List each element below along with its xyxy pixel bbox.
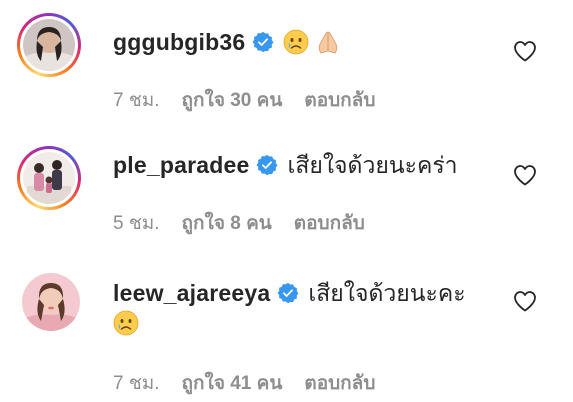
avatar[interactable] bbox=[17, 146, 81, 210]
comment-line: leew_ajareeya เสียใจด้วยนะคะ bbox=[113, 278, 466, 308]
comment-meta: 7 ชม. ถูกใจ 30 คน ตอบกลับ bbox=[113, 85, 375, 115]
comment-meta: 5 ชม. ถูกใจ 8 คน ตอบกลับ bbox=[113, 208, 365, 238]
avatar[interactable] bbox=[17, 13, 81, 77]
verified-badge-icon bbox=[252, 31, 274, 53]
heart-icon[interactable] bbox=[513, 164, 537, 186]
crying-face-icon bbox=[283, 29, 309, 55]
comment-text: เสียใจด้วยนะคะ bbox=[308, 280, 466, 306]
heart-icon[interactable] bbox=[513, 290, 537, 312]
username[interactable]: ple_paradee bbox=[113, 150, 249, 180]
verified-badge-icon bbox=[257, 154, 278, 176]
avatar-image bbox=[23, 152, 75, 204]
avatar-image bbox=[22, 273, 80, 331]
comment-text: เสียใจด้วยนะคร่า bbox=[287, 152, 458, 178]
heart-icon[interactable] bbox=[513, 40, 537, 62]
comment-emoji-line bbox=[113, 310, 139, 336]
folded-hands-icon bbox=[319, 31, 338, 54]
comment-time: 5 ชม. bbox=[113, 213, 160, 234]
comment-time: 7 ชม. bbox=[113, 373, 160, 394]
comment-line: gggubgib36 bbox=[113, 27, 341, 57]
likes-count-button[interactable]: ถูกใจ 41 คน bbox=[182, 368, 283, 398]
crying-face-icon bbox=[113, 310, 139, 336]
comment-line: ple_paradee เสียใจด้วยนะคร่า bbox=[113, 150, 458, 180]
verified-badge-icon bbox=[277, 282, 299, 304]
likes-count-button[interactable]: ถูกใจ 30 คน bbox=[182, 85, 283, 115]
comment-meta: 7 ชม. ถูกใจ 41 คน ตอบกลับ bbox=[113, 368, 375, 398]
reply-button[interactable]: ตอบกลับ bbox=[304, 368, 375, 398]
avatar-image bbox=[23, 19, 75, 71]
comment-time: 7 ชม. bbox=[113, 90, 160, 111]
reply-button[interactable]: ตอบกลับ bbox=[304, 85, 375, 115]
reply-button[interactable]: ตอบกลับ bbox=[294, 208, 365, 238]
likes-count-button[interactable]: ถูกใจ 8 คน bbox=[182, 208, 272, 238]
avatar[interactable] bbox=[22, 273, 86, 337]
username[interactable]: leew_ajareeya bbox=[113, 278, 270, 308]
username[interactable]: gggubgib36 bbox=[113, 27, 245, 57]
